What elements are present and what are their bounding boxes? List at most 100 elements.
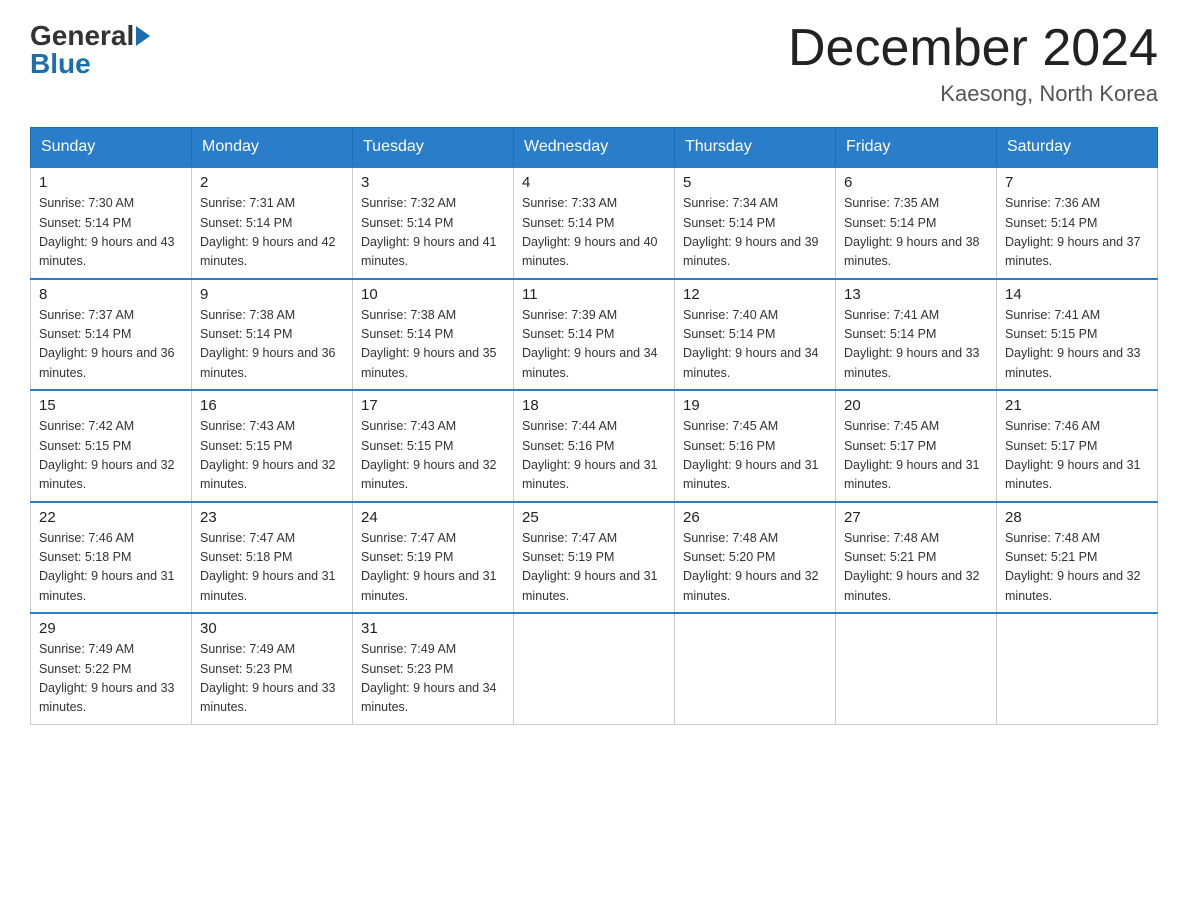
day-number: 1 bbox=[39, 174, 183, 191]
calendar-cell: 4 Sunrise: 7:33 AMSunset: 5:14 PMDayligh… bbox=[514, 167, 675, 279]
calendar-cell bbox=[675, 613, 836, 724]
calendar-week-row: 22 Sunrise: 7:46 AMSunset: 5:18 PMDaylig… bbox=[31, 502, 1158, 614]
day-number: 10 bbox=[361, 286, 505, 303]
day-info: Sunrise: 7:31 AMSunset: 5:14 PMDaylight:… bbox=[200, 194, 344, 272]
day-info: Sunrise: 7:36 AMSunset: 5:14 PMDaylight:… bbox=[1005, 194, 1149, 272]
calendar-cell: 1 Sunrise: 7:30 AMSunset: 5:14 PMDayligh… bbox=[31, 167, 192, 279]
calendar-cell: 23 Sunrise: 7:47 AMSunset: 5:18 PMDaylig… bbox=[192, 502, 353, 614]
day-number: 3 bbox=[361, 174, 505, 191]
day-info: Sunrise: 7:39 AMSunset: 5:14 PMDaylight:… bbox=[522, 306, 666, 384]
day-number: 6 bbox=[844, 174, 988, 191]
day-info: Sunrise: 7:46 AMSunset: 5:18 PMDaylight:… bbox=[39, 529, 183, 607]
day-number: 15 bbox=[39, 397, 183, 414]
calendar-cell: 26 Sunrise: 7:48 AMSunset: 5:20 PMDaylig… bbox=[675, 502, 836, 614]
calendar-cell: 2 Sunrise: 7:31 AMSunset: 5:14 PMDayligh… bbox=[192, 167, 353, 279]
calendar-cell: 12 Sunrise: 7:40 AMSunset: 5:14 PMDaylig… bbox=[675, 279, 836, 391]
weekday-header-saturday: Saturday bbox=[997, 128, 1158, 168]
day-info: Sunrise: 7:37 AMSunset: 5:14 PMDaylight:… bbox=[39, 306, 183, 384]
day-number: 20 bbox=[844, 397, 988, 414]
day-number: 25 bbox=[522, 509, 666, 526]
day-number: 14 bbox=[1005, 286, 1149, 303]
day-number: 31 bbox=[361, 620, 505, 637]
day-info: Sunrise: 7:48 AMSunset: 5:20 PMDaylight:… bbox=[683, 529, 827, 607]
day-info: Sunrise: 7:44 AMSunset: 5:16 PMDaylight:… bbox=[522, 417, 666, 495]
day-info: Sunrise: 7:30 AMSunset: 5:14 PMDaylight:… bbox=[39, 194, 183, 272]
calendar-week-row: 8 Sunrise: 7:37 AMSunset: 5:14 PMDayligh… bbox=[31, 279, 1158, 391]
calendar-cell: 16 Sunrise: 7:43 AMSunset: 5:15 PMDaylig… bbox=[192, 390, 353, 502]
day-number: 8 bbox=[39, 286, 183, 303]
calendar-cell: 9 Sunrise: 7:38 AMSunset: 5:14 PMDayligh… bbox=[192, 279, 353, 391]
day-info: Sunrise: 7:38 AMSunset: 5:14 PMDaylight:… bbox=[361, 306, 505, 384]
calendar-cell bbox=[514, 613, 675, 724]
calendar-cell bbox=[836, 613, 997, 724]
day-info: Sunrise: 7:47 AMSunset: 5:18 PMDaylight:… bbox=[200, 529, 344, 607]
calendar-cell bbox=[997, 613, 1158, 724]
day-info: Sunrise: 7:49 AMSunset: 5:23 PMDaylight:… bbox=[361, 640, 505, 718]
calendar-cell: 18 Sunrise: 7:44 AMSunset: 5:16 PMDaylig… bbox=[514, 390, 675, 502]
day-number: 11 bbox=[522, 286, 666, 303]
calendar-cell: 5 Sunrise: 7:34 AMSunset: 5:14 PMDayligh… bbox=[675, 167, 836, 279]
day-number: 26 bbox=[683, 509, 827, 526]
day-number: 30 bbox=[200, 620, 344, 637]
weekday-header-wednesday: Wednesday bbox=[514, 128, 675, 168]
calendar-table: SundayMondayTuesdayWednesdayThursdayFrid… bbox=[30, 127, 1158, 725]
weekday-header-friday: Friday bbox=[836, 128, 997, 168]
calendar-cell: 30 Sunrise: 7:49 AMSunset: 5:23 PMDaylig… bbox=[192, 613, 353, 724]
calendar-cell: 15 Sunrise: 7:42 AMSunset: 5:15 PMDaylig… bbox=[31, 390, 192, 502]
logo-arrow-icon bbox=[136, 26, 150, 46]
title-block: December 2024 Kaesong, North Korea bbox=[788, 20, 1158, 107]
day-info: Sunrise: 7:49 AMSunset: 5:23 PMDaylight:… bbox=[200, 640, 344, 718]
day-number: 17 bbox=[361, 397, 505, 414]
day-number: 5 bbox=[683, 174, 827, 191]
calendar-cell: 21 Sunrise: 7:46 AMSunset: 5:17 PMDaylig… bbox=[997, 390, 1158, 502]
day-number: 18 bbox=[522, 397, 666, 414]
day-number: 4 bbox=[522, 174, 666, 191]
day-info: Sunrise: 7:45 AMSunset: 5:17 PMDaylight:… bbox=[844, 417, 988, 495]
calendar-cell: 7 Sunrise: 7:36 AMSunset: 5:14 PMDayligh… bbox=[997, 167, 1158, 279]
day-info: Sunrise: 7:46 AMSunset: 5:17 PMDaylight:… bbox=[1005, 417, 1149, 495]
day-info: Sunrise: 7:47 AMSunset: 5:19 PMDaylight:… bbox=[522, 529, 666, 607]
calendar-cell: 13 Sunrise: 7:41 AMSunset: 5:14 PMDaylig… bbox=[836, 279, 997, 391]
calendar-cell: 22 Sunrise: 7:46 AMSunset: 5:18 PMDaylig… bbox=[31, 502, 192, 614]
calendar-cell: 25 Sunrise: 7:47 AMSunset: 5:19 PMDaylig… bbox=[514, 502, 675, 614]
day-info: Sunrise: 7:48 AMSunset: 5:21 PMDaylight:… bbox=[844, 529, 988, 607]
day-info: Sunrise: 7:34 AMSunset: 5:14 PMDaylight:… bbox=[683, 194, 827, 272]
calendar-cell: 3 Sunrise: 7:32 AMSunset: 5:14 PMDayligh… bbox=[353, 167, 514, 279]
calendar-cell: 27 Sunrise: 7:48 AMSunset: 5:21 PMDaylig… bbox=[836, 502, 997, 614]
calendar-cell: 11 Sunrise: 7:39 AMSunset: 5:14 PMDaylig… bbox=[514, 279, 675, 391]
weekday-header-monday: Monday bbox=[192, 128, 353, 168]
weekday-header-row: SundayMondayTuesdayWednesdayThursdayFrid… bbox=[31, 128, 1158, 168]
weekday-header-sunday: Sunday bbox=[31, 128, 192, 168]
day-info: Sunrise: 7:35 AMSunset: 5:14 PMDaylight:… bbox=[844, 194, 988, 272]
day-info: Sunrise: 7:32 AMSunset: 5:14 PMDaylight:… bbox=[361, 194, 505, 272]
calendar-cell: 19 Sunrise: 7:45 AMSunset: 5:16 PMDaylig… bbox=[675, 390, 836, 502]
day-info: Sunrise: 7:47 AMSunset: 5:19 PMDaylight:… bbox=[361, 529, 505, 607]
calendar-cell: 6 Sunrise: 7:35 AMSunset: 5:14 PMDayligh… bbox=[836, 167, 997, 279]
calendar-cell: 17 Sunrise: 7:43 AMSunset: 5:15 PMDaylig… bbox=[353, 390, 514, 502]
day-info: Sunrise: 7:40 AMSunset: 5:14 PMDaylight:… bbox=[683, 306, 827, 384]
day-info: Sunrise: 7:49 AMSunset: 5:22 PMDaylight:… bbox=[39, 640, 183, 718]
calendar-cell: 20 Sunrise: 7:45 AMSunset: 5:17 PMDaylig… bbox=[836, 390, 997, 502]
day-number: 16 bbox=[200, 397, 344, 414]
day-number: 28 bbox=[1005, 509, 1149, 526]
calendar-week-row: 15 Sunrise: 7:42 AMSunset: 5:15 PMDaylig… bbox=[31, 390, 1158, 502]
day-number: 24 bbox=[361, 509, 505, 526]
day-number: 23 bbox=[200, 509, 344, 526]
day-info: Sunrise: 7:38 AMSunset: 5:14 PMDaylight:… bbox=[200, 306, 344, 384]
day-info: Sunrise: 7:48 AMSunset: 5:21 PMDaylight:… bbox=[1005, 529, 1149, 607]
day-info: Sunrise: 7:43 AMSunset: 5:15 PMDaylight:… bbox=[361, 417, 505, 495]
calendar-cell: 14 Sunrise: 7:41 AMSunset: 5:15 PMDaylig… bbox=[997, 279, 1158, 391]
calendar-week-row: 29 Sunrise: 7:49 AMSunset: 5:22 PMDaylig… bbox=[31, 613, 1158, 724]
day-number: 19 bbox=[683, 397, 827, 414]
day-number: 7 bbox=[1005, 174, 1149, 191]
calendar-cell: 8 Sunrise: 7:37 AMSunset: 5:14 PMDayligh… bbox=[31, 279, 192, 391]
location-subtitle: Kaesong, North Korea bbox=[788, 81, 1158, 107]
calendar-cell: 31 Sunrise: 7:49 AMSunset: 5:23 PMDaylig… bbox=[353, 613, 514, 724]
month-title: December 2024 bbox=[788, 20, 1158, 77]
day-number: 9 bbox=[200, 286, 344, 303]
day-info: Sunrise: 7:45 AMSunset: 5:16 PMDaylight:… bbox=[683, 417, 827, 495]
day-number: 27 bbox=[844, 509, 988, 526]
day-info: Sunrise: 7:43 AMSunset: 5:15 PMDaylight:… bbox=[200, 417, 344, 495]
calendar-cell: 10 Sunrise: 7:38 AMSunset: 5:14 PMDaylig… bbox=[353, 279, 514, 391]
day-number: 21 bbox=[1005, 397, 1149, 414]
